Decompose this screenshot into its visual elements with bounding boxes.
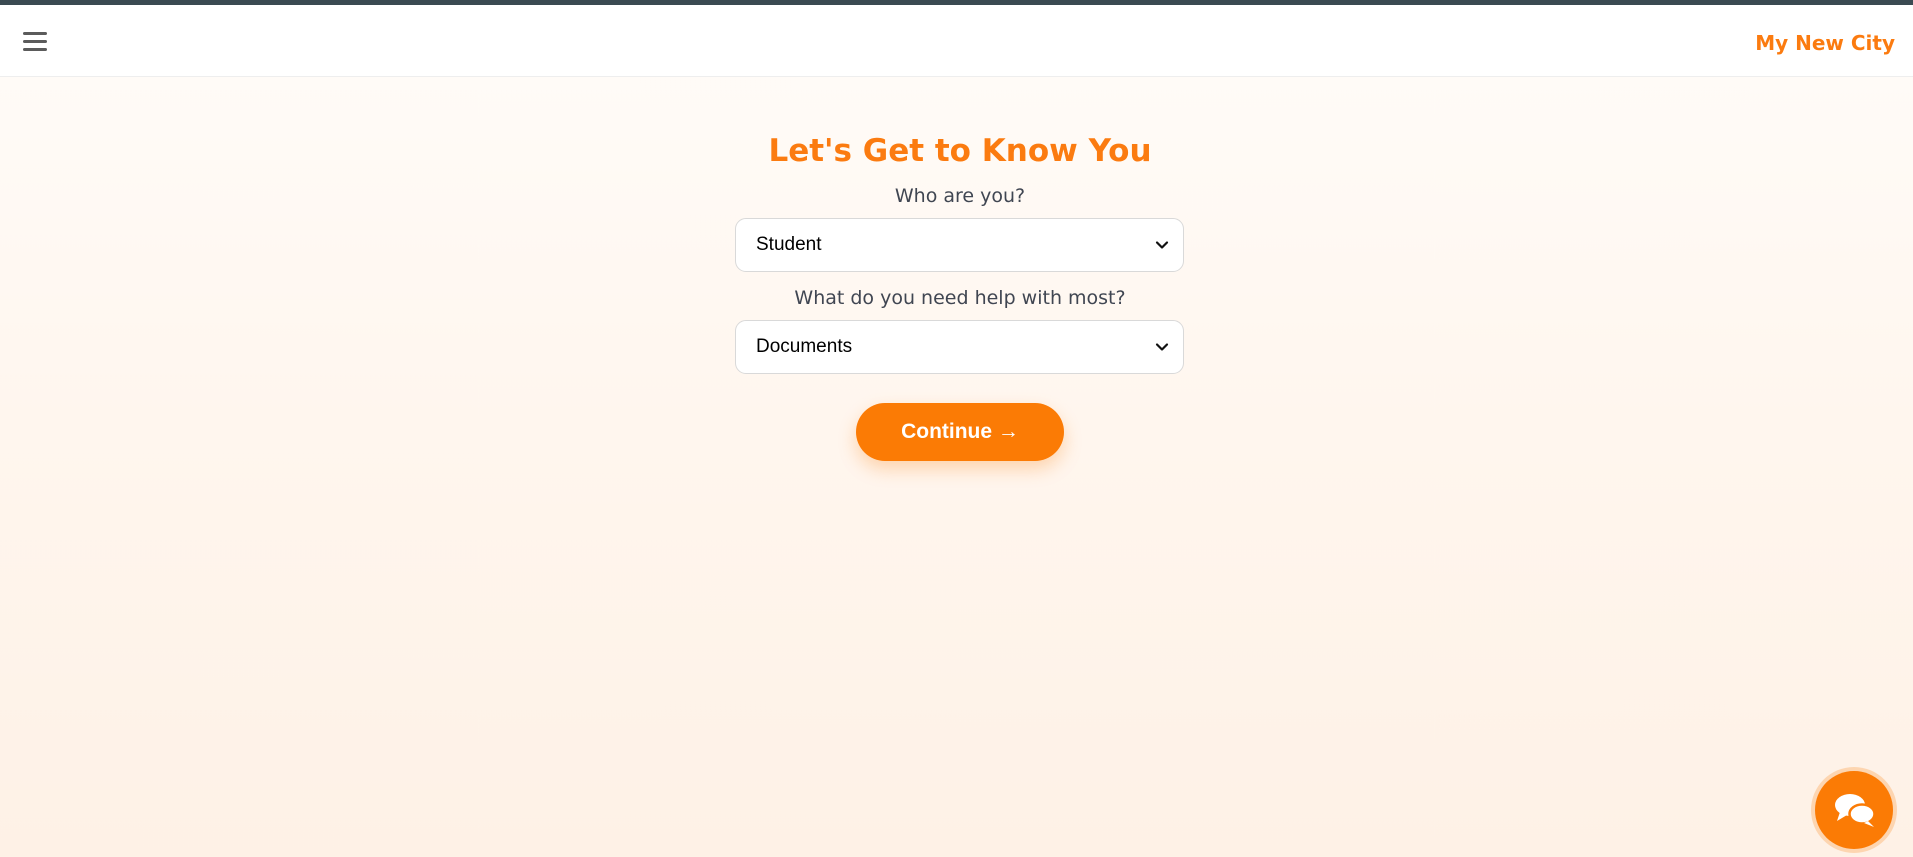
page-title: Let's Get to Know You bbox=[768, 133, 1152, 169]
chevron-down-icon bbox=[1155, 343, 1169, 351]
hamburger-menu-icon[interactable] bbox=[20, 29, 54, 55]
help-needed-value: Documents bbox=[756, 336, 853, 357]
who-are-you-select[interactable]: Student bbox=[735, 218, 1184, 272]
chevron-down-icon bbox=[1155, 241, 1169, 249]
help-needed-select[interactable]: Documents bbox=[735, 320, 1184, 374]
continue-button[interactable]: Continue → bbox=[856, 403, 1064, 461]
header-bar: My New City bbox=[0, 5, 1913, 77]
who-are-you-label: Who are you? bbox=[894, 185, 1026, 207]
who-are-you-value: Student bbox=[756, 234, 822, 255]
chat-bubbles-icon bbox=[1835, 794, 1876, 827]
help-needed-label: What do you need help with most? bbox=[794, 287, 1126, 309]
chat-button[interactable] bbox=[1815, 771, 1893, 849]
brand-title[interactable]: My New City bbox=[1755, 29, 1895, 57]
